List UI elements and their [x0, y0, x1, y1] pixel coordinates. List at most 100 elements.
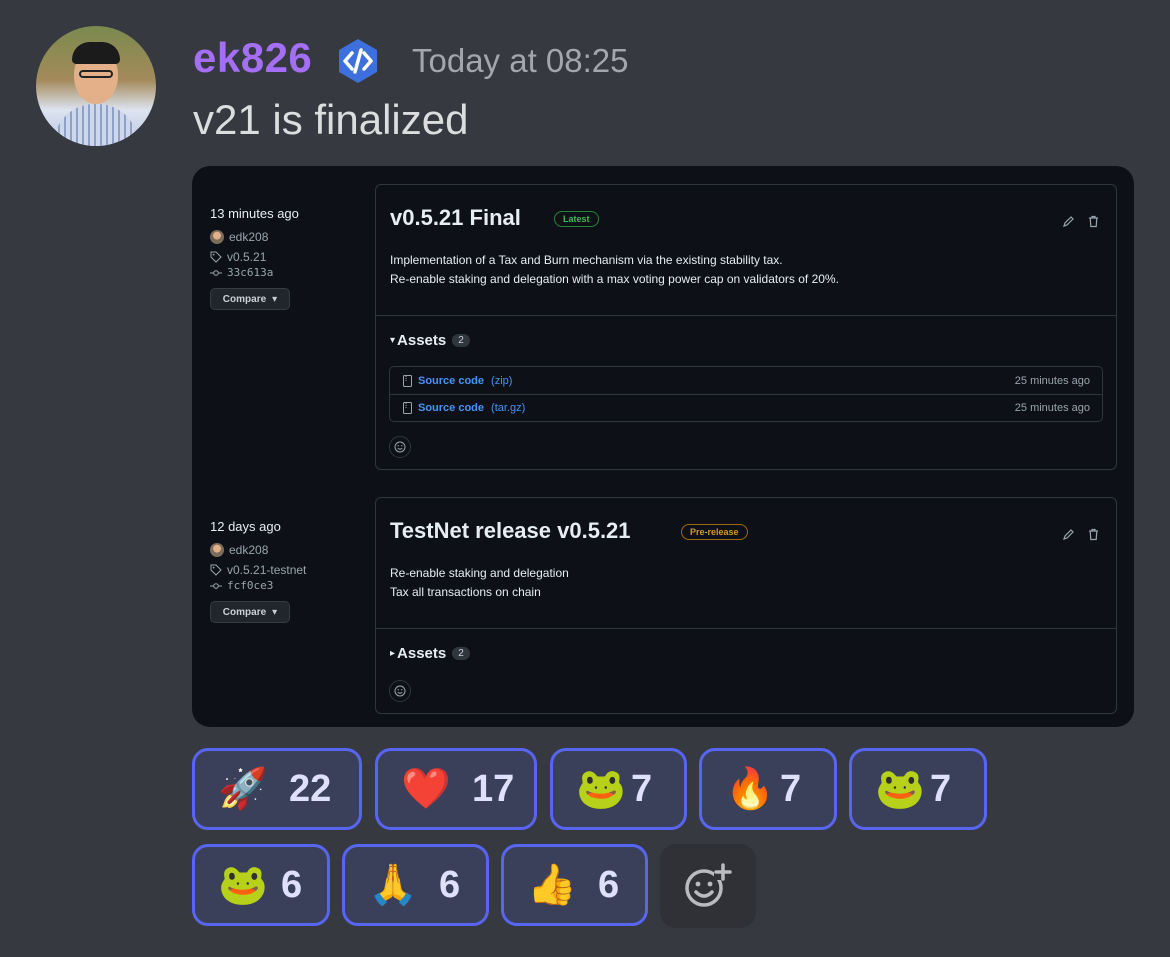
avatar-glasses	[79, 70, 113, 78]
tag-icon	[210, 564, 222, 576]
chevron-down-icon: ▾	[272, 293, 278, 305]
avatar[interactable]	[36, 26, 156, 146]
reaction-pray[interactable]: 🙏 6	[342, 844, 489, 926]
latest-badge: Latest	[554, 211, 599, 227]
release-card: TestNet release v0.5.21 Pre-release Re-e…	[375, 497, 1117, 714]
prerelease-badge: Pre-release	[681, 524, 748, 540]
reaction-pepe-sword[interactable]: 🐸 7	[550, 748, 687, 830]
rocket-icon: 🚀	[218, 767, 268, 811]
release-note-line: Re-enable staking and delegation	[390, 566, 569, 580]
chevron-down-icon: ▾	[272, 606, 278, 618]
assets-list: Source code (zip) 25 minutes ago Source …	[389, 366, 1103, 422]
reaction-heart[interactable]: ❤️ 17	[375, 748, 537, 830]
pepe-umbrella-icon: 🐸	[218, 863, 268, 907]
reaction-pepe-rain[interactable]: 🐸 6	[192, 844, 330, 926]
caret-down-icon: ▾	[390, 335, 396, 346]
divider	[376, 315, 1116, 316]
release-meta: 13 minutes ago edk208 v0.5.21 33c613a Co…	[210, 206, 299, 310]
release-note-line: Tax all transactions on chain	[390, 585, 541, 599]
reaction-count: 6	[439, 863, 461, 906]
author-avatar	[210, 230, 224, 244]
compare-label: Compare	[222, 606, 267, 618]
trash-icon[interactable]	[1087, 528, 1100, 541]
heart-icon: ❤️	[401, 767, 451, 811]
release-author[interactable]: edk208	[210, 543, 306, 557]
asset-row[interactable]: Source code (tar.gz) 25 minutes ago	[390, 394, 1102, 421]
smiley-icon	[394, 441, 406, 453]
reaction-pepe-love[interactable]: 🐸 7	[849, 748, 987, 830]
asset-row[interactable]: Source code (zip) 25 minutes ago	[390, 367, 1102, 394]
developer-badge-icon[interactable]	[333, 36, 383, 86]
assets-count: 2	[452, 647, 470, 660]
author-name[interactable]: edk208	[229, 230, 268, 244]
asset-time: 25 minutes ago	[1014, 402, 1090, 414]
add-reaction-button[interactable]	[389, 680, 411, 702]
assets-toggle[interactable]: ▸ Assets 2	[390, 645, 470, 662]
pencil-icon[interactable]	[1062, 215, 1075, 228]
commit-hash[interactable]: fcf0ce3	[227, 579, 273, 592]
assets-toggle[interactable]: ▾ Assets 2	[390, 332, 470, 349]
trash-icon[interactable]	[1087, 215, 1100, 228]
asset-ext[interactable]: (tar.gz)	[491, 402, 525, 414]
commit-icon	[210, 269, 222, 276]
compare-button[interactable]: Compare ▾	[210, 601, 290, 623]
reaction-thumbsup[interactable]: 👍 6	[501, 844, 648, 926]
release-time: 12 days ago	[210, 519, 281, 534]
release-card: v0.5.21 Final Latest Implementation of a…	[375, 184, 1117, 470]
assets-label: Assets	[397, 332, 447, 349]
divider	[376, 628, 1116, 629]
release-actions	[1062, 215, 1100, 228]
pencil-icon[interactable]	[1062, 528, 1075, 541]
asset-name[interactable]: Source code	[418, 402, 484, 414]
release-notes: Re-enable staking and delegation Tax all…	[390, 564, 569, 602]
pepe-love-sign-icon: 🐸	[875, 767, 925, 811]
file-zip-icon	[403, 374, 412, 387]
reaction-count: 7	[631, 767, 653, 810]
release-commit[interactable]: 33c613a	[210, 266, 299, 279]
tag-name[interactable]: v0.5.21	[227, 250, 266, 264]
file-zip-icon	[403, 402, 412, 414]
release-title[interactable]: v0.5.21 Final	[390, 205, 521, 231]
reaction-count: 7	[930, 767, 952, 810]
commit-icon	[210, 582, 222, 589]
release-actions	[1062, 528, 1100, 541]
release-notes: Implementation of a Tax and Burn mechani…	[390, 251, 839, 289]
release-commit[interactable]: fcf0ce3	[210, 579, 306, 592]
avatar-shirt	[54, 104, 138, 146]
release-author[interactable]: edk208	[210, 230, 299, 244]
reaction-count: 22	[289, 767, 332, 810]
compare-label: Compare	[222, 293, 267, 305]
avatar-hair	[72, 42, 120, 64]
compare-button[interactable]: Compare ▾	[210, 288, 290, 310]
asset-name[interactable]: Source code	[418, 375, 484, 387]
username[interactable]: ek826	[193, 34, 312, 82]
embedded-image[interactable]: 13 minutes ago edk208 v0.5.21 33c613a Co…	[192, 166, 1134, 727]
asset-time: 25 minutes ago	[1014, 374, 1090, 387]
add-reaction-button[interactable]	[389, 436, 411, 458]
release-time: 13 minutes ago	[210, 206, 299, 221]
reaction-fire[interactable]: 🔥 7	[699, 748, 837, 830]
reaction-rocket[interactable]: 🚀 22	[192, 748, 362, 830]
author-avatar	[210, 543, 224, 557]
fire-icon: 🔥	[725, 767, 775, 811]
reaction-count: 6	[281, 863, 303, 906]
timestamp: Today at 08:25	[412, 42, 629, 79]
reaction-count: 7	[780, 767, 802, 810]
tag-icon	[210, 251, 222, 263]
add-reaction-icon	[685, 863, 732, 907]
release-title[interactable]: TestNet release v0.5.21	[390, 518, 631, 544]
reaction-count: 17	[472, 767, 515, 810]
reaction-count: 6	[598, 863, 620, 906]
asset-ext[interactable]: (zip)	[491, 375, 512, 387]
add-reaction-button[interactable]	[660, 844, 756, 928]
commit-hash[interactable]: 33c613a	[227, 266, 273, 279]
release-tag[interactable]: v0.5.21-testnet	[210, 563, 306, 577]
pepe-sword-icon: 🐸	[576, 767, 626, 811]
tag-name[interactable]: v0.5.21-testnet	[227, 563, 306, 577]
assets-count: 2	[452, 334, 470, 347]
release-tag[interactable]: v0.5.21	[210, 250, 299, 264]
release-note-line: Re-enable staking and delegation with a …	[390, 272, 839, 286]
release-note-line: Implementation of a Tax and Burn mechani…	[390, 253, 783, 267]
author-name[interactable]: edk208	[229, 543, 268, 557]
release-meta: 12 days ago edk208 v0.5.21-testnet fcf0c…	[210, 519, 306, 623]
